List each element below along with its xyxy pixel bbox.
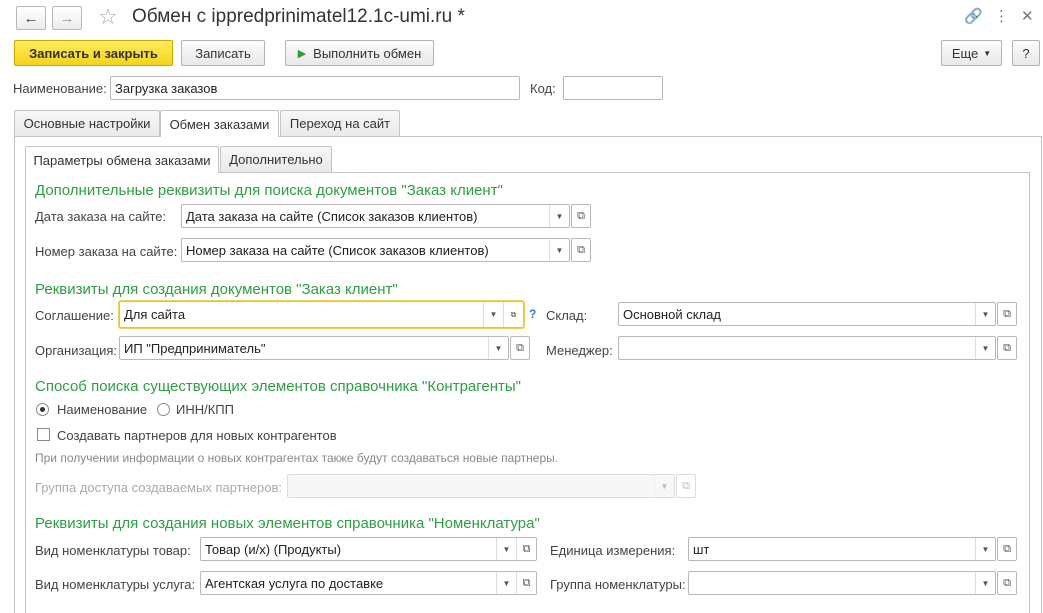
title-bar: ← → ☆ Обмен с ippredprinimatel12.1c-umi.… [0, 0, 1043, 36]
order-date-value: Дата заказа на сайте (Список заказов кли… [186, 209, 478, 224]
help-button[interactable]: ? [1012, 40, 1040, 66]
open-icon[interactable]: ⧉ [997, 302, 1017, 326]
warehouse-value: Основной склад [623, 307, 721, 322]
back-button[interactable]: ← [16, 6, 46, 30]
chevron-down-icon[interactable]: ▼ [496, 572, 516, 594]
agreement-select[interactable]: Для сайта ▼ ⧉ [119, 301, 524, 328]
warehouse-label: Склад: [546, 308, 588, 323]
service-kind-value: Агентская услуга по доставке [205, 576, 384, 591]
unit-select[interactable]: шт ▼ [688, 537, 996, 561]
section-counterparty-title: Способ поиска существующих элементов спр… [35, 378, 521, 395]
radio-by-inn-label: ИНН/КПП [176, 402, 234, 417]
chevron-down-icon[interactable]: ▼ [549, 239, 569, 261]
order-number-select[interactable]: Номер заказа на сайте (Список заказов кл… [181, 238, 570, 262]
chevron-down-icon[interactable]: ▼ [975, 337, 995, 359]
access-group-label: Группа доступа создаваемых партнеров: [35, 480, 282, 495]
more-menu-icon[interactable]: ⋮ [994, 8, 1009, 26]
order-number-label: Номер заказа на сайте: [35, 244, 178, 259]
chevron-down-icon[interactable]: ▼ [483, 302, 503, 327]
section-create-title: Реквизиты для создания документов "Заказ… [35, 281, 398, 298]
save-and-close-button[interactable]: Записать и закрыть [14, 40, 173, 66]
radio-by-name-label: Наименование [57, 402, 148, 417]
more-label: Еще [951, 45, 979, 61]
goods-kind-value: Товар (и/х) (Продукты) [205, 542, 342, 557]
arrow-right-icon: → [59, 9, 75, 27]
service-kind-label: Вид номенклатуры услуга: [35, 577, 196, 592]
name-input[interactable]: Загрузка заказов [110, 76, 520, 100]
organization-label: Организация: [35, 343, 118, 358]
agreement-label: Соглашение: [35, 308, 114, 323]
manager-label: Менеджер: [546, 343, 613, 358]
radio-by-name[interactable] [36, 403, 49, 416]
link-icon[interactable]: 🔗 [964, 8, 983, 26]
create-partners-label: Создавать партнеров для новых контрагент… [57, 428, 337, 443]
chevron-down-icon[interactable]: ▼ [975, 572, 995, 594]
open-icon[interactable]: ⧉ [997, 336, 1017, 360]
subtab-additional[interactable]: Дополнительно [220, 146, 332, 172]
play-icon: ▶ [297, 47, 307, 60]
service-kind-select[interactable]: Агентская услуга по доставке ▼ ⧉ [200, 571, 537, 595]
unit-label: Единица измерения: [550, 543, 676, 558]
run-exchange-button[interactable]: ▶ Выполнить обмен [285, 40, 434, 66]
chevron-down-icon[interactable]: ▼ [549, 205, 569, 227]
open-icon[interactable]: ⧉ [997, 571, 1017, 595]
tab-site-link[interactable]: Переход на сайт [280, 110, 400, 136]
order-number-value: Номер заказа на сайте (Список заказов кл… [186, 243, 489, 258]
window-title: Обмен с ippredprinimatel12.1c-umi.ru * [132, 6, 465, 27]
goods-kind-select[interactable]: Товар (и/х) (Продукты) ▼ ⧉ [200, 537, 537, 561]
open-icon[interactable]: ⧉ [676, 474, 696, 498]
chevron-down-icon[interactable]: ▼ [654, 475, 674, 497]
tab-main-settings[interactable]: Основные настройки [14, 110, 160, 136]
subtab-exchange-params[interactable]: Параметры обмена заказами [25, 146, 219, 173]
chevron-down-icon[interactable]: ▼ [488, 337, 508, 359]
open-icon[interactable]: ⧉ [510, 336, 530, 360]
group-label: Группа номенклатуры: [550, 577, 686, 592]
favorite-star-icon[interactable]: ☆ [98, 4, 118, 30]
order-date-select[interactable]: Дата заказа на сайте (Список заказов кли… [181, 204, 570, 228]
chevron-down-icon[interactable]: ▼ [975, 303, 995, 325]
chevron-down-icon[interactable]: ▼ [975, 538, 995, 560]
goods-kind-label: Вид номенклатуры товар: [35, 543, 191, 558]
close-icon[interactable]: ✕ [1021, 8, 1034, 26]
section-nomenclature-title: Реквизиты для создания новых элементов с… [35, 515, 540, 532]
code-input[interactable] [563, 76, 663, 100]
unit-value: шт [693, 542, 710, 557]
open-icon[interactable]: ⧉ [997, 537, 1017, 561]
radio-by-inn[interactable] [157, 403, 170, 416]
more-button[interactable]: Еще ▼ [941, 40, 1002, 66]
create-partners-checkbox[interactable] [37, 428, 50, 441]
open-icon[interactable]: ⧉ [571, 204, 591, 228]
open-icon[interactable]: ⧉ [571, 238, 591, 262]
organization-value: ИП "Предприниматель" [124, 341, 266, 356]
manager-select[interactable]: ▼ [618, 336, 996, 360]
help-icon[interactable]: ? [529, 307, 536, 321]
warehouse-select[interactable]: Основной склад ▼ [618, 302, 996, 326]
open-icon[interactable]: ⧉ [516, 572, 536, 594]
group-select[interactable]: ▼ [688, 571, 996, 595]
name-label: Наименование: [13, 81, 107, 96]
tab-order-exchange[interactable]: Обмен заказами [160, 110, 279, 137]
chevron-down-icon[interactable]: ▼ [496, 538, 516, 560]
open-icon[interactable]: ⧉ [516, 538, 536, 560]
run-exchange-label: Выполнить обмен [313, 45, 422, 61]
agreement-value: Для сайта [124, 307, 186, 322]
arrow-left-icon: ← [23, 9, 39, 27]
order-date-label: Дата заказа на сайте: [35, 209, 167, 224]
chevron-down-icon: ▼ [983, 48, 992, 58]
open-icon[interactable]: ⧉ [503, 302, 523, 327]
create-partners-hint: При получении информации о новых контраг… [35, 451, 559, 465]
save-button[interactable]: Записать [181, 40, 265, 66]
code-label: Код: [530, 81, 556, 96]
name-value: Загрузка заказов [115, 81, 218, 96]
access-group-select[interactable]: ▼ [287, 474, 675, 498]
organization-select[interactable]: ИП "Предприниматель" ▼ [119, 336, 509, 360]
forward-button[interactable]: → [52, 6, 82, 30]
section-search-title: Дополнительные реквизиты для поиска доку… [35, 182, 503, 199]
